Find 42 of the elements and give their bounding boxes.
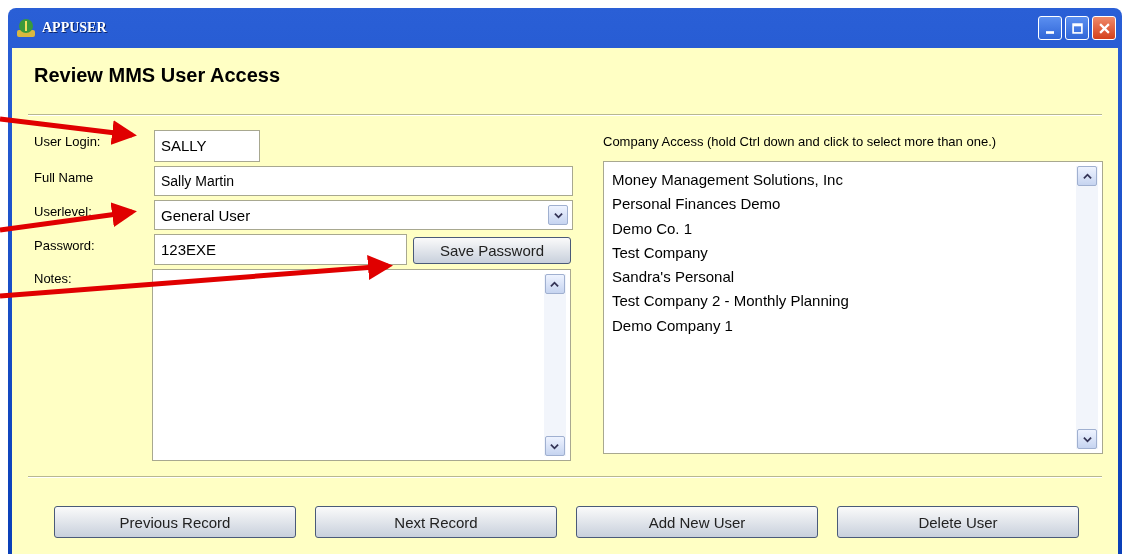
scroll-down-button[interactable] (1077, 429, 1097, 449)
company-access-label: Company Access (hold Ctrl down and click to select more than one.) (603, 134, 998, 149)
save-password-button[interactable]: Save Password (413, 237, 571, 264)
chevron-down-icon (1082, 434, 1092, 444)
scroll-up-button[interactable] (1077, 166, 1097, 186)
scrollbar[interactable] (543, 274, 566, 456)
name-field[interactable]: Sally Martin (154, 166, 573, 196)
maximize-icon (1071, 22, 1083, 34)
close-button[interactable] (1092, 16, 1116, 40)
field-label: Password: (33, 237, 96, 253)
window-title: APPUSER (42, 20, 107, 36)
chevron-up-icon (1082, 171, 1092, 181)
company-item[interactable]: Demo Company 1 (612, 313, 1072, 339)
field-label: Full Name (33, 169, 95, 185)
field-label: Userlevel: (33, 203, 93, 219)
money-bag-icon (16, 18, 36, 38)
record-button[interactable]: Delete User (837, 506, 1079, 538)
maximize-button[interactable] (1065, 16, 1089, 40)
minimize-icon (1046, 31, 1054, 34)
company-item[interactable]: Demo Co. 1 (612, 216, 1072, 241)
userlevel-dropdown[interactable]: General User (154, 200, 573, 230)
company-item[interactable]: Money Management Solutions, Inc (612, 168, 1072, 193)
chevron-up-icon (550, 279, 560, 289)
record-button[interactable]: Next Record (315, 506, 557, 538)
password-field[interactable]: 123EXE (154, 234, 407, 265)
company-item[interactable]: Personal Finances Demo (612, 192, 1072, 217)
notes-field[interactable] (151, 269, 571, 461)
form-heading: Review MMS User Access (34, 64, 282, 88)
login-field[interactable]: SALLY (154, 130, 260, 162)
company-item[interactable]: Test Company 2 - Monthly Planning (612, 289, 1072, 314)
record-button[interactable]: Add New User (576, 506, 818, 538)
minimize-button[interactable] (1038, 16, 1062, 40)
field-label: Notes: (33, 270, 72, 286)
field-label: User Login: (33, 133, 102, 149)
company-item[interactable]: Test Company (612, 240, 1072, 266)
scroll-up-button[interactable] (544, 274, 565, 294)
close-icon (1098, 22, 1110, 34)
record-button[interactable]: Previous Record (54, 506, 296, 538)
scrollbar[interactable] (1076, 166, 1098, 449)
company-item[interactable]: Sandra's Personal (612, 265, 1072, 290)
chevron-down-icon (550, 441, 560, 451)
scroll-down-button[interactable] (544, 436, 565, 456)
